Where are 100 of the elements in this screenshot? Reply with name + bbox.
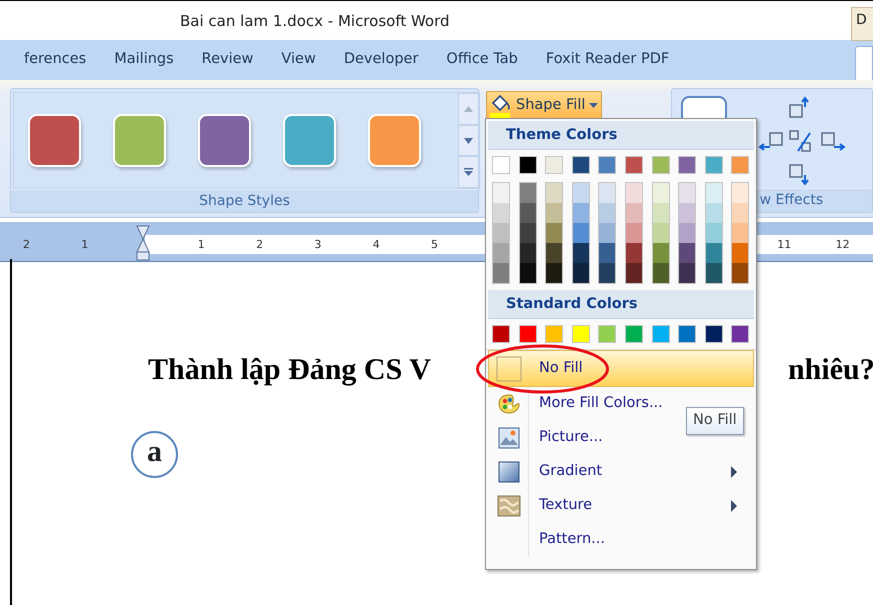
color-swatch[interactable] <box>598 325 616 343</box>
scroll-down-button[interactable] <box>458 124 479 156</box>
color-swatch[interactable] <box>546 183 562 203</box>
contextual-tab-group[interactable]: D <box>851 7 873 41</box>
color-swatch[interactable] <box>493 223 509 243</box>
color-swatch[interactable] <box>518 325 537 343</box>
color-swatch[interactable] <box>678 156 696 174</box>
color-swatch[interactable] <box>546 263 562 283</box>
color-swatch[interactable] <box>679 243 696 263</box>
color-swatch[interactable] <box>626 223 642 243</box>
color-swatch[interactable] <box>546 203 562 223</box>
color-swatch[interactable] <box>545 156 564 174</box>
style-swatch[interactable] <box>113 114 166 167</box>
ribbon-tab[interactable]: Review <box>188 40 268 80</box>
color-swatch[interactable] <box>732 183 748 203</box>
indent-marker-icon[interactable] <box>136 225 150 261</box>
color-swatch[interactable] <box>652 203 669 223</box>
color-swatch[interactable] <box>704 325 723 343</box>
style-swatch[interactable] <box>198 114 251 167</box>
color-swatch[interactable] <box>520 183 536 203</box>
color-swatch[interactable] <box>493 263 509 283</box>
color-swatch[interactable] <box>706 263 722 283</box>
color-swatch[interactable] <box>704 156 723 174</box>
color-swatch[interactable] <box>572 156 590 174</box>
up-caret-icon <box>464 106 473 112</box>
color-swatch[interactable] <box>518 156 537 174</box>
menu-item[interactable]: More Fill Colors... <box>488 387 674 421</box>
color-swatch[interactable] <box>572 243 589 263</box>
color-swatch[interactable] <box>520 203 536 223</box>
color-swatch[interactable] <box>624 325 643 343</box>
color-swatch[interactable] <box>492 325 510 343</box>
color-swatch[interactable] <box>732 203 748 223</box>
ribbon-tab[interactable] <box>855 46 873 80</box>
color-swatch[interactable] <box>546 223 562 243</box>
color-swatch[interactable] <box>732 243 748 263</box>
color-swatch[interactable] <box>679 203 696 223</box>
color-swatch[interactable] <box>652 243 669 263</box>
shape-fill-button[interactable]: Shape Fill <box>486 91 602 121</box>
color-swatch[interactable] <box>652 183 669 203</box>
color-swatch[interactable] <box>626 263 642 283</box>
empty-square-icon <box>496 356 522 382</box>
color-swatch[interactable] <box>545 325 564 343</box>
color-swatch[interactable] <box>626 243 642 263</box>
more-button[interactable] <box>458 156 479 188</box>
menu-item[interactable]: Pattern... <box>488 523 616 557</box>
color-swatch[interactable] <box>599 243 616 263</box>
color-swatch[interactable] <box>626 183 642 203</box>
color-swatch[interactable] <box>599 263 616 283</box>
color-swatch[interactable] <box>706 223 722 243</box>
color-swatch[interactable] <box>599 223 616 243</box>
color-swatch[interactable] <box>599 203 616 223</box>
color-swatch[interactable] <box>652 263 669 283</box>
ribbon-tab[interactable]: View <box>267 40 330 80</box>
color-swatch[interactable] <box>492 156 510 174</box>
color-swatch[interactable] <box>599 183 616 203</box>
ribbon-tab[interactable]: Developer <box>330 40 432 80</box>
color-swatch[interactable] <box>732 223 748 243</box>
ruler-number: 11 <box>777 237 792 253</box>
color-swatch[interactable] <box>652 325 670 343</box>
menu-item[interactable]: Gradient <box>488 455 754 489</box>
menu-item[interactable]: No Fill <box>488 350 754 387</box>
color-swatch[interactable] <box>706 203 722 223</box>
ribbon-tab[interactable]: Foxit Reader PDF <box>532 40 684 80</box>
style-swatch[interactable] <box>28 114 81 167</box>
ribbon-tab[interactable]: Office Tab <box>432 40 532 80</box>
ribbon-tab[interactable]: Mailings <box>100 40 188 80</box>
style-swatch[interactable] <box>368 114 421 167</box>
color-swatch[interactable] <box>493 243 509 263</box>
color-swatch[interactable] <box>679 183 696 203</box>
menu-item[interactable]: Picture... <box>488 421 614 455</box>
style-swatch[interactable] <box>283 114 336 167</box>
menu-item[interactable]: Texture <box>488 489 754 523</box>
answer-option[interactable]: a <box>131 431 178 478</box>
color-swatch[interactable] <box>706 243 722 263</box>
color-swatch[interactable] <box>732 263 748 283</box>
color-swatch[interactable] <box>598 156 616 174</box>
color-swatch[interactable] <box>572 183 589 203</box>
color-swatch[interactable] <box>493 203 509 223</box>
color-swatch[interactable] <box>493 183 509 203</box>
color-swatch[interactable] <box>520 243 536 263</box>
color-swatch[interactable] <box>678 325 696 343</box>
color-swatch[interactable] <box>731 156 750 174</box>
color-swatch[interactable] <box>546 243 562 263</box>
color-swatch[interactable] <box>652 223 669 243</box>
color-swatch[interactable] <box>520 223 536 243</box>
color-swatch[interactable] <box>679 263 696 283</box>
color-swatch[interactable] <box>652 156 670 174</box>
color-swatch[interactable] <box>624 156 643 174</box>
color-swatch[interactable] <box>520 263 536 283</box>
color-swatch[interactable] <box>731 325 750 343</box>
palette-icon <box>498 394 520 414</box>
color-swatch[interactable] <box>572 325 590 343</box>
color-swatch[interactable] <box>626 203 642 223</box>
color-swatch[interactable] <box>706 183 722 203</box>
color-swatch[interactable] <box>572 263 589 283</box>
color-swatch[interactable] <box>572 223 589 243</box>
color-swatch[interactable] <box>572 203 589 223</box>
ruler-number: 2 <box>256 237 264 253</box>
color-swatch[interactable] <box>679 223 696 243</box>
ribbon-tab[interactable]: ferences <box>10 40 100 80</box>
